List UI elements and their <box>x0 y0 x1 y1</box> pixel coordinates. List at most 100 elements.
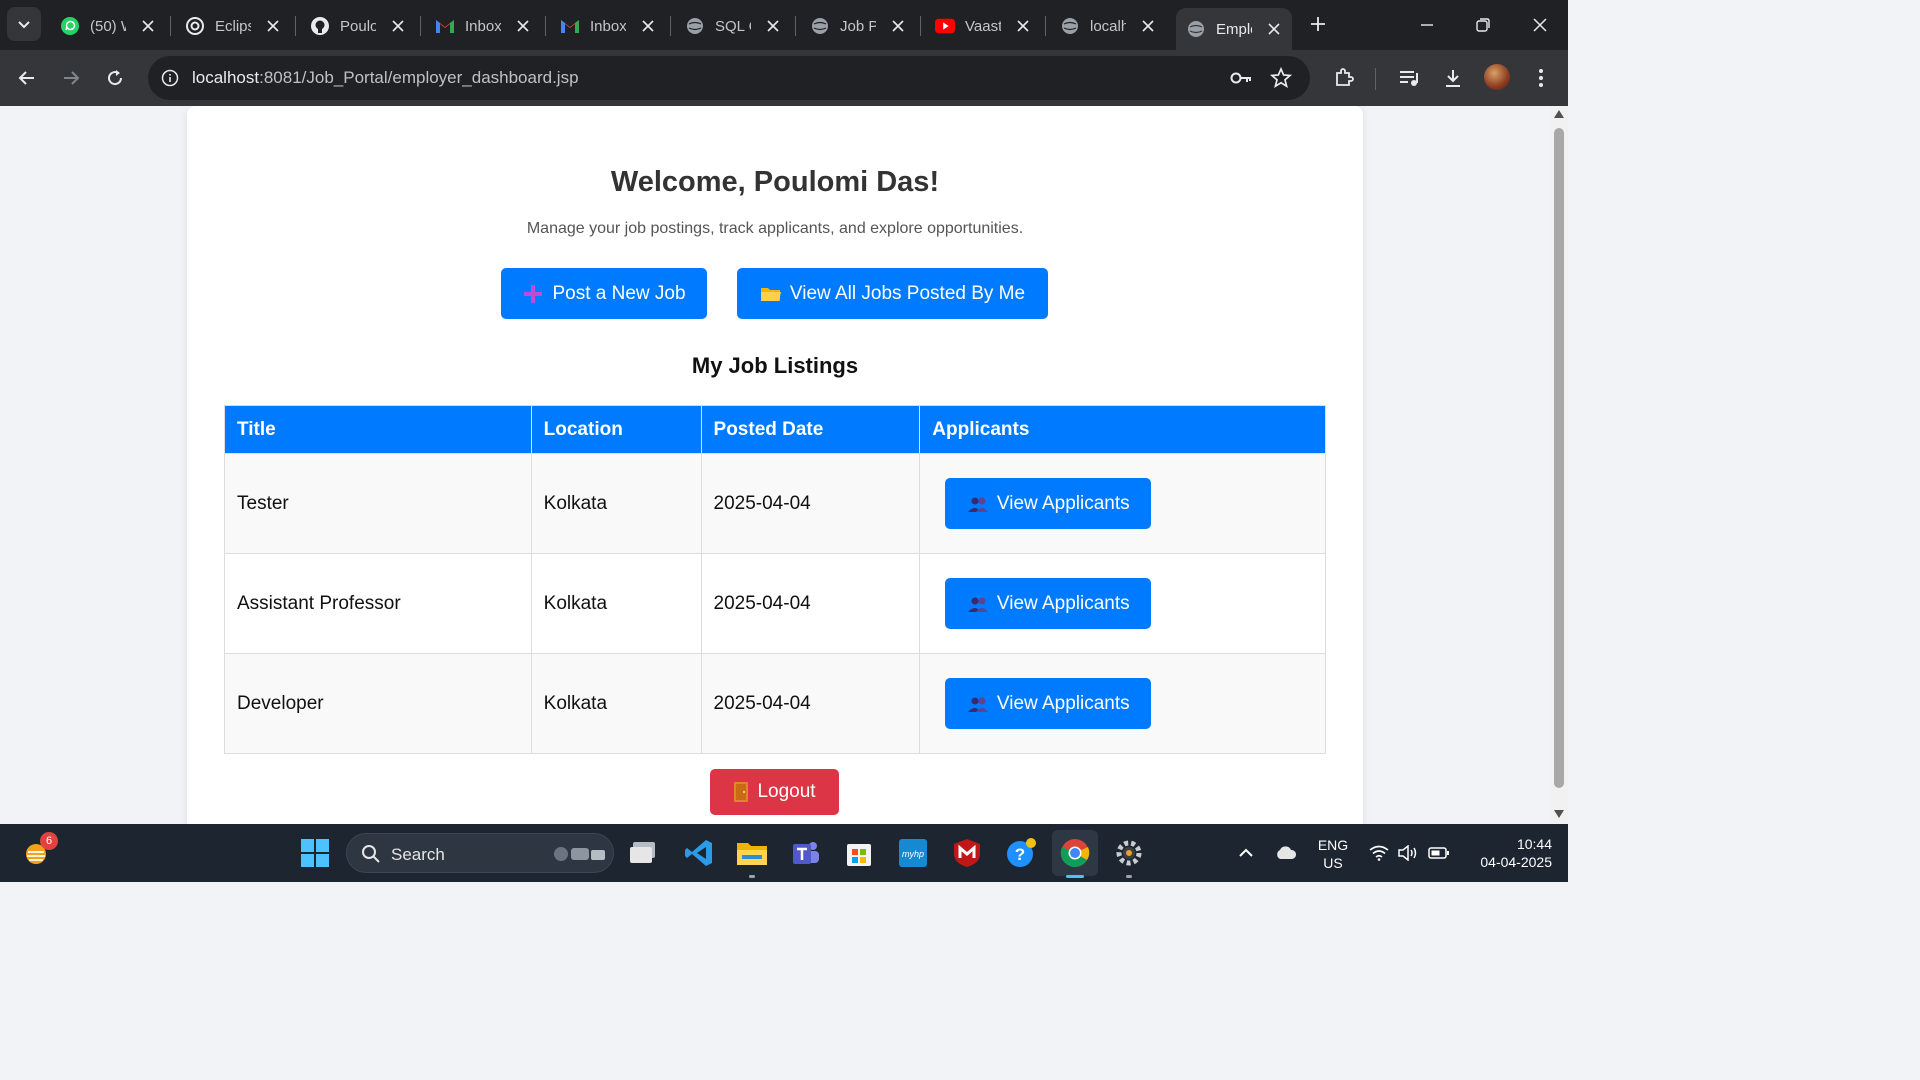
bookmark-star-icon[interactable] <box>1269 66 1293 89</box>
task-view-button[interactable] <box>625 834 663 872</box>
get-help-app[interactable]: ? <box>1002 834 1040 872</box>
close-tab-icon[interactable] <box>140 18 156 34</box>
whatsapp-icon <box>60 16 80 36</box>
reading-list-button[interactable] <box>1396 65 1422 91</box>
battery-tray[interactable] <box>1426 834 1452 872</box>
scroll-up-arrow-icon[interactable] <box>1554 110 1564 118</box>
settings-app[interactable] <box>1110 834 1148 872</box>
weather-widget[interactable]: 6 <box>18 832 58 872</box>
post-new-job-label: Post a New Job <box>552 282 686 304</box>
page-scrollbar[interactable] <box>1550 106 1568 824</box>
extensions-button[interactable] <box>1331 65 1357 91</box>
arrow-right-icon <box>64 71 80 85</box>
close-tab-icon[interactable] <box>1266 21 1282 37</box>
task-view-icon <box>630 842 655 863</box>
clock[interactable]: 10:44 04-04-2025 <box>1460 835 1552 871</box>
close-window-button[interactable] <box>1525 10 1555 40</box>
column-header-title: Title <box>224 405 532 454</box>
language-indicator[interactable]: ENG US <box>1312 836 1354 872</box>
close-tab-icon[interactable] <box>515 18 531 34</box>
logout-button[interactable]: Logout <box>710 769 839 815</box>
job-applicants-cell: View Applicants <box>919 453 1326 554</box>
close-tab-icon[interactable] <box>390 18 406 34</box>
site-info-icon[interactable] <box>160 68 180 88</box>
job-applicants-cell: View Applicants <box>919 653 1326 754</box>
job-location-cell: Kolkata <box>530 553 702 654</box>
volume-tray[interactable] <box>1396 834 1422 872</box>
view-applicants-button[interactable]: View Applicants <box>945 678 1152 729</box>
tab-title: (50) W <box>90 17 126 35</box>
taskbar-search[interactable]: Search <box>346 833 614 873</box>
view-applicants-label: View Applicants <box>996 692 1130 714</box>
view-applicants-button[interactable]: View Applicants <box>945 478 1152 529</box>
chevron-down-icon <box>18 21 30 29</box>
tab-separator <box>295 16 296 36</box>
people-icon <box>967 595 989 613</box>
welcome-heading: Welcome, Poulomi Das! <box>610 166 940 198</box>
store-icon <box>847 844 871 866</box>
column-header-posted-date: Posted Date <box>700 405 921 454</box>
clock-time: 10:44 <box>1516 836 1552 852</box>
restore-button[interactable] <box>1468 10 1498 40</box>
table-row: Assistant Professor Kolkata 2025-04-04 V… <box>224 553 1326 654</box>
close-tab-icon[interactable] <box>265 18 281 34</box>
browser-tab[interactable]: Job Po <box>800 8 906 44</box>
browser-tab-active[interactable]: Emplo <box>1176 8 1292 50</box>
browser-menu-button[interactable] <box>1528 65 1554 91</box>
back-button[interactable] <box>12 63 42 93</box>
tab-title: SQL C <box>715 17 751 35</box>
folder-icon <box>737 843 767 865</box>
chrome-app[interactable] <box>1052 830 1098 876</box>
close-tab-icon[interactable] <box>640 18 656 34</box>
browser-tab[interactable]: localh <box>1050 8 1156 44</box>
file-explorer-app[interactable] <box>733 834 771 872</box>
view-applicants-button[interactable]: View Applicants <box>945 578 1152 629</box>
browser-tab[interactable]: Inbox <box>550 8 656 44</box>
job-location-cell: Kolkata <box>530 653 702 754</box>
url-host: localhost <box>192 68 260 87</box>
reload-button[interactable] <box>100 63 130 93</box>
browser-tab[interactable]: Eclips <box>175 8 281 44</box>
post-new-job-button[interactable]: Post a New Job <box>501 268 707 319</box>
onedrive-tray[interactable] <box>1268 834 1304 872</box>
help-icon: ? <box>1007 838 1036 867</box>
view-all-jobs-button[interactable]: View All Jobs Posted By Me <box>737 268 1048 319</box>
start-button[interactable] <box>296 834 334 872</box>
clock-date: 04-04-2025 <box>1480 854 1552 870</box>
browser-tab[interactable]: (50) W <box>50 8 156 44</box>
tab-title: Vaast <box>965 17 1001 35</box>
myhp-app[interactable]: myhp <box>894 834 932 872</box>
browser-tab[interactable]: SQL C <box>675 8 781 44</box>
key-icon[interactable] <box>1230 68 1252 88</box>
language-line1: ENG <box>1317 837 1349 853</box>
scrollbar-thumb[interactable] <box>1554 128 1564 788</box>
close-tab-icon[interactable] <box>890 18 906 34</box>
gmail-icon <box>560 16 580 36</box>
wifi-tray[interactable] <box>1366 834 1392 872</box>
new-tab-button[interactable] <box>1306 12 1330 36</box>
tab-separator <box>670 16 671 36</box>
microsoft-store-app[interactable] <box>840 834 878 872</box>
job-date-cell: 2025-04-04 <box>700 453 921 554</box>
profile-avatar[interactable] <box>1484 64 1510 90</box>
show-hidden-icons-button[interactable] <box>1228 834 1264 872</box>
forward-button[interactable] <box>56 63 86 93</box>
tab-search-button[interactable] <box>7 7 41 41</box>
tab-title: Emplo <box>1216 20 1252 38</box>
minimize-button[interactable] <box>1412 10 1442 40</box>
scroll-down-arrow-icon[interactable] <box>1554 810 1564 818</box>
mcafee-shield-icon <box>954 839 980 867</box>
teams-app[interactable] <box>787 834 825 872</box>
chevron-up-icon <box>1239 848 1253 857</box>
browser-tab[interactable]: Poulo <box>300 8 406 44</box>
browser-tab[interactable]: Vaast <box>925 8 1031 44</box>
vscode-app[interactable] <box>680 834 718 872</box>
close-tab-icon[interactable] <box>1015 18 1031 34</box>
restore-icon <box>1476 18 1490 32</box>
browser-tab[interactable]: Inbox <box>425 8 531 44</box>
close-tab-icon[interactable] <box>1140 18 1156 34</box>
mcafee-app[interactable] <box>948 834 986 872</box>
address-bar[interactable]: localhost:8081/Job_Portal/employer_dashb… <box>148 56 1310 100</box>
close-tab-icon[interactable] <box>765 18 781 34</box>
downloads-button[interactable] <box>1440 65 1466 91</box>
